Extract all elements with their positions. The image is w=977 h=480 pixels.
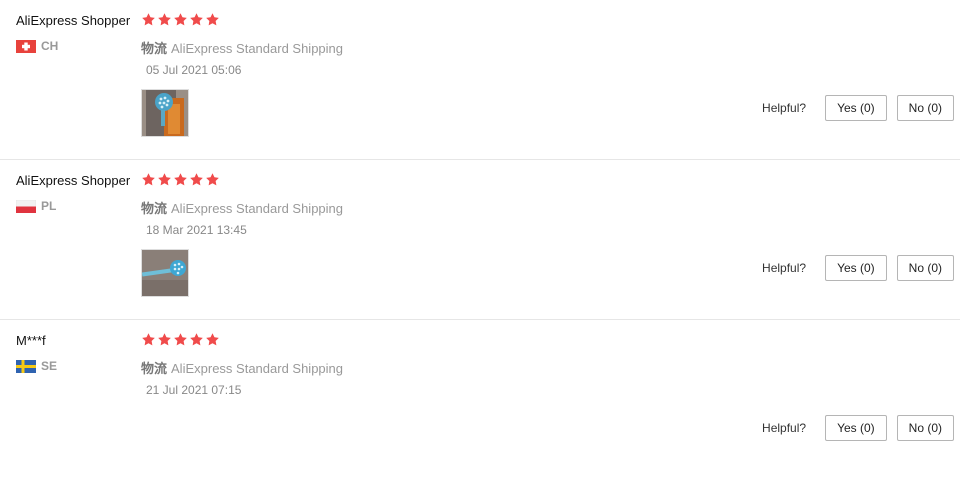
reviewer-name: AliExpress Shopper — [16, 173, 131, 188]
helpful-label: Helpful? — [762, 101, 807, 115]
shipping-label: 物流 — [141, 201, 168, 216]
star-icon — [206, 13, 219, 26]
review-photo-thumbnail[interactable] — [141, 249, 189, 297]
star-icon — [190, 333, 203, 346]
star-icon — [158, 13, 171, 26]
shipping-method: AliExpress Standard Shipping — [171, 41, 344, 56]
shipping-method: AliExpress Standard Shipping — [171, 361, 344, 376]
star-icon — [142, 13, 155, 26]
review-date: 05 Jul 2021 05:06 — [146, 63, 242, 77]
reviewer-name: M***f — [16, 333, 46, 348]
shipping-method: AliExpress Standard Shipping — [171, 201, 344, 216]
rating-stars — [141, 332, 221, 347]
poland-flag-icon — [16, 199, 36, 213]
star-icon — [174, 13, 187, 26]
shipping-label: 物流 — [141, 361, 168, 376]
helpful-no-button[interactable]: No (0) — [896, 255, 954, 281]
product-photo-image — [142, 250, 188, 296]
star-icon — [142, 333, 155, 346]
helpful-label: Helpful? — [762, 261, 807, 275]
sweden-flag-icon — [16, 359, 36, 373]
product-photo-image — [142, 90, 188, 136]
review-item: AliExpress Shopper CH 物流 AliExpress Stand… — [0, 0, 960, 160]
helpful-yes-button[interactable]: Yes (0) — [825, 95, 887, 121]
helpful-yes-button[interactable]: Yes (0) — [825, 255, 887, 281]
reviewer-country: PL — [16, 199, 56, 213]
reviewer-country: CH — [16, 39, 58, 53]
helpful-vote: Helpful? Yes (0) No (0) — [762, 255, 954, 281]
country-code: SE — [41, 359, 58, 373]
shipping-label: 物流 — [141, 41, 168, 56]
star-icon — [190, 173, 203, 186]
reviewer-name: AliExpress Shopper — [16, 13, 131, 28]
star-icon — [174, 333, 187, 346]
helpful-no-button[interactable]: No (0) — [896, 95, 954, 121]
helpful-vote: Helpful? Yes (0) No (0) — [762, 95, 954, 121]
switzerland-flag-icon — [16, 39, 36, 53]
star-icon — [190, 13, 203, 26]
review-item: AliExpress Shopper PL 物流 AliExpress Stand… — [0, 160, 960, 320]
shipping-info: 物流 AliExpress Standard Shipping — [141, 38, 343, 57]
star-icon — [158, 333, 171, 346]
shipping-info: 物流 AliExpress Standard Shipping — [141, 358, 343, 377]
country-code: PL — [41, 199, 57, 213]
helpful-yes-button[interactable]: Yes (0) — [825, 415, 887, 441]
star-icon — [142, 173, 155, 186]
star-icon — [174, 173, 187, 186]
helpful-vote: Helpful? Yes (0) No (0) — [762, 415, 954, 441]
star-icon — [206, 173, 219, 186]
review-date: 18 Mar 2021 13:45 — [146, 223, 247, 237]
country-code: CH — [41, 39, 59, 53]
star-icon — [158, 173, 171, 186]
review-date: 21 Jul 2021 07:15 — [146, 383, 242, 397]
reviewer-country: SE — [16, 359, 57, 373]
review-item: M***f SE 物流 AliExpress Standard Shipping … — [0, 320, 960, 480]
review-photo-thumbnail[interactable] — [141, 89, 189, 137]
rating-stars — [141, 12, 221, 27]
shipping-info: 物流 AliExpress Standard Shipping — [141, 198, 343, 217]
rating-stars — [141, 172, 221, 187]
helpful-label: Helpful? — [762, 421, 807, 435]
helpful-no-button[interactable]: No (0) — [896, 415, 954, 441]
star-icon — [206, 333, 219, 346]
